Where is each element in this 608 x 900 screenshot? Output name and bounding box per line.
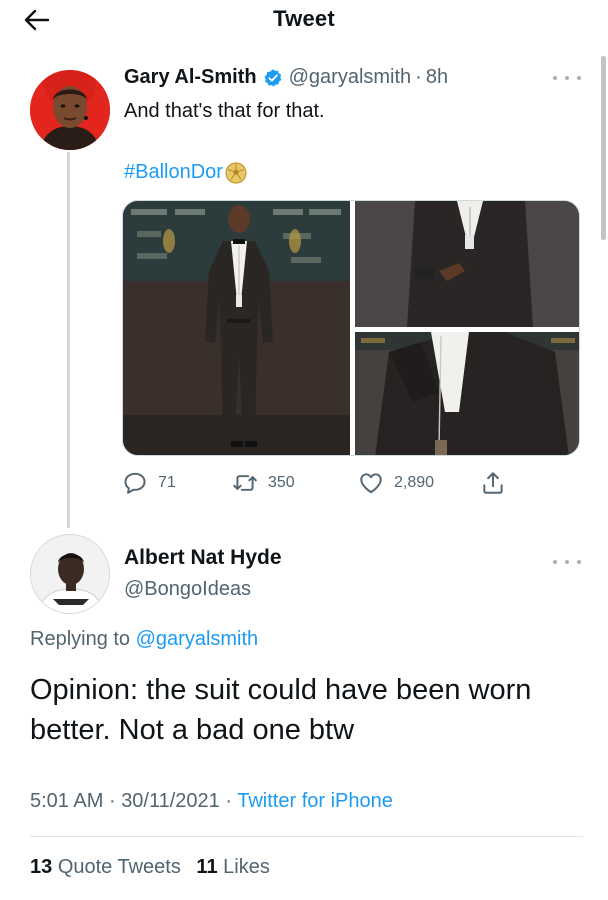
scrollbar[interactable] xyxy=(601,56,606,240)
avatar[interactable] xyxy=(30,534,110,614)
photo-full-suit[interactable] xyxy=(123,201,350,455)
likes-link[interactable]: 11 Likes xyxy=(196,856,269,878)
quote-tweets-link[interactable]: 13 Quote Tweets xyxy=(30,856,186,878)
separator-dot: · xyxy=(225,790,233,812)
reply-count: 71 xyxy=(158,474,176,491)
profile-photo xyxy=(31,535,109,613)
share-icon xyxy=(480,470,506,496)
hashtag-link[interactable]: #BallonDor xyxy=(124,161,247,184)
tweet-header: Gary Al-Smith @garyalsmith · 8h xyxy=(124,66,448,89)
reply-icon xyxy=(122,470,148,496)
tweet-actions: 71 350 2,890 xyxy=(122,470,522,500)
hashtag-text: #BallonDor xyxy=(124,161,223,183)
share-button[interactable] xyxy=(480,470,516,496)
reply-button[interactable]: 71 xyxy=(122,470,176,496)
replying-to-mention[interactable]: @garyalsmith xyxy=(136,628,259,650)
more-options-icon[interactable] xyxy=(553,71,581,85)
like-count: 2,890 xyxy=(394,474,435,491)
author-handle[interactable]: @garyalsmith xyxy=(289,66,412,89)
top-bar: Tweet xyxy=(0,0,608,40)
reply-author-name[interactable]: Albert Nat Hyde xyxy=(124,546,282,570)
separator-dot: · xyxy=(108,790,116,812)
tweet-source-link[interactable]: Twitter for iPhone xyxy=(237,790,393,812)
likes-label: Likes xyxy=(223,856,270,878)
media-grid xyxy=(122,200,580,456)
retweet-icon xyxy=(232,470,258,496)
reply-time[interactable]: 5:01 AM xyxy=(30,790,103,812)
retweet-button[interactable]: 350 xyxy=(232,470,295,496)
quote-tweets-count: 13 xyxy=(30,856,53,878)
tweet-text: And that's that for that. xyxy=(124,100,325,122)
separator-dot: · xyxy=(415,66,422,88)
reply-date[interactable]: 30/11/2021 xyxy=(121,790,220,812)
likes-count: 11 xyxy=(196,856,218,878)
heart-icon xyxy=(358,470,384,496)
profile-photo xyxy=(30,70,110,150)
quote-tweets-label: Quote Tweets xyxy=(57,856,181,878)
verified-badge-icon xyxy=(263,68,283,88)
tweet-meta: 5:01 AM · 30/11/2021 · Twitter for iPhon… xyxy=(30,790,393,813)
avatar[interactable] xyxy=(30,70,110,150)
thread-connector-line xyxy=(67,152,70,528)
divider xyxy=(30,836,583,837)
tweet-timestamp[interactable]: 8h xyxy=(426,66,448,89)
retweet-count: 350 xyxy=(268,474,295,491)
engagement-stats: 13 Quote Tweets 11 Likes xyxy=(30,856,280,879)
ballon-dor-ball-icon xyxy=(225,161,247,184)
reply-text: Opinion: the suit could have been worn b… xyxy=(30,674,532,746)
page-title: Tweet xyxy=(273,6,335,31)
like-button[interactable]: 2,890 xyxy=(358,470,434,496)
replying-to-line: Replying to @garyalsmith xyxy=(30,628,258,651)
author-name[interactable]: Gary Al-Smith xyxy=(124,66,257,89)
photo-jacket-detail[interactable] xyxy=(355,201,579,327)
replying-prefix: Replying to xyxy=(30,628,131,650)
photo-lapel-closeup[interactable] xyxy=(355,332,579,455)
reply-author-handle[interactable]: @BongoIdeas xyxy=(124,578,251,601)
more-options-icon[interactable] xyxy=(553,555,581,569)
